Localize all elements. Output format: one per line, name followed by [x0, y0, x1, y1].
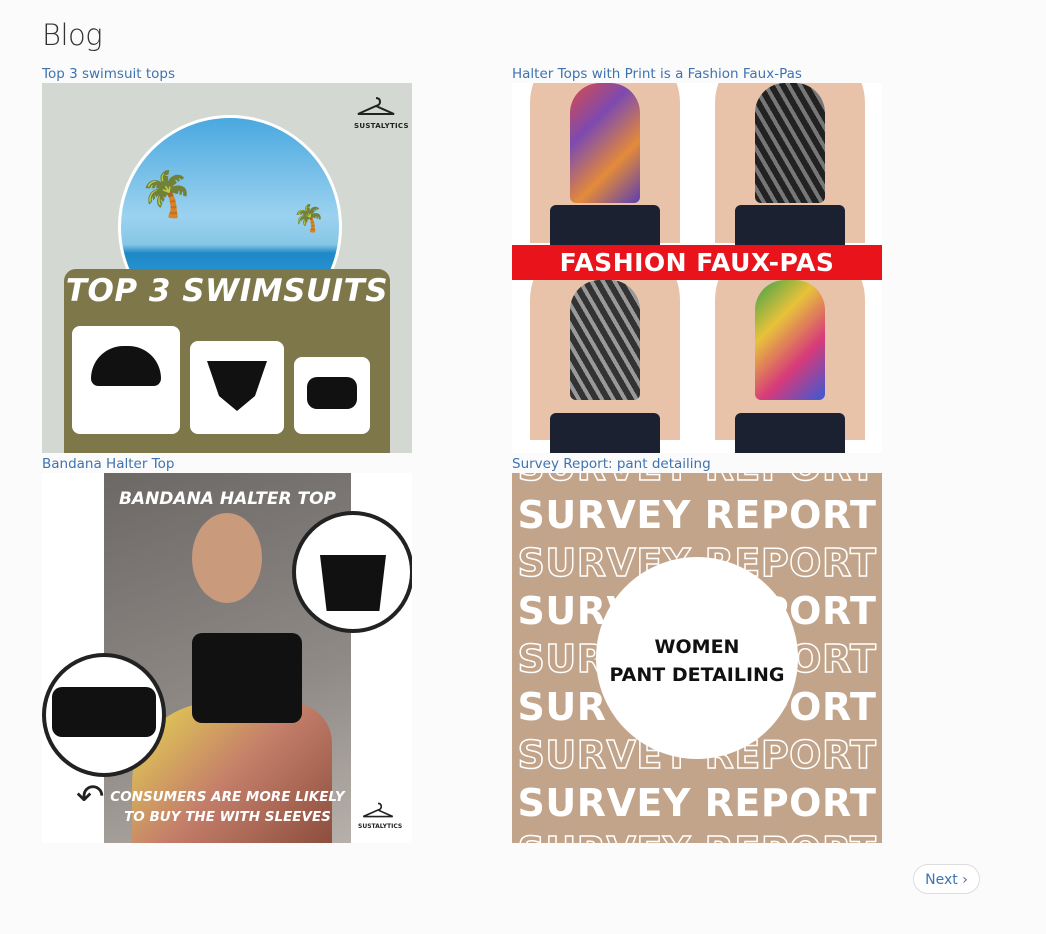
halter-top-image [207, 361, 267, 411]
bikini-top-image [91, 346, 161, 386]
survey-circle: WOMEN PANT DETAILING [596, 557, 798, 759]
product-card [72, 326, 180, 434]
crossover-top-image [307, 377, 357, 409]
post-thumbnail[interactable]: SURVEY REPORT SURVEY REPORT SURVEY REPOR… [512, 473, 882, 843]
model-image [697, 280, 882, 453]
palm-tree-icon: 🌴 [139, 169, 194, 220]
post-title-link[interactable]: Top 3 swimsuit tops [42, 65, 412, 83]
model-image [512, 280, 697, 453]
post-thumbnail[interactable]: BANDANA HALTER TOP ↶ CONSUMERS ARE MORE … [42, 473, 412, 843]
curved-arrow-icon: ↶ [76, 777, 105, 817]
blog-post-card: Top 3 swimsuit tops SUSTALYTICS 🌴 🌴 TOP … [42, 63, 412, 453]
next-page-button[interactable]: Next › [913, 864, 980, 894]
blog-post-card: Survey Report: pant detailing SURVEY REP… [512, 453, 882, 843]
sleeved-top-circle [42, 653, 166, 777]
image-headline: BANDANA HALTER TOP [118, 489, 337, 509]
banner-headline: TOP 3 SWIMSUITS [65, 273, 389, 309]
blog-post-card: Bandana Halter Top BANDANA HALTER TOP ↶ … [42, 453, 412, 843]
hanger-icon [357, 97, 395, 115]
palm-tree-icon: 🌴 [292, 204, 325, 234]
post-title-link[interactable]: Halter Tops with Print is a Fashion Faux… [512, 65, 882, 83]
halter-top-circle [292, 511, 412, 633]
image-caption: CONSUMERS ARE MORE LIKELY TO BUY THE WIT… [110, 789, 345, 825]
brand-logo: SUSTALYTICS [354, 95, 409, 130]
page-title: Blog [42, 18, 103, 52]
circle-line: PANT DETAILING [609, 664, 785, 686]
model-image [697, 83, 882, 245]
product-card [294, 357, 370, 434]
post-thumbnail[interactable]: SUSTALYTICS 🌴 🌴 TOP 3 SWIMSUITS [42, 83, 412, 453]
post-title-link[interactable]: Bandana Halter Top [42, 455, 412, 473]
hanger-icon [362, 802, 394, 818]
product-card [190, 341, 284, 434]
brand-logo: SUSTALYTICS [358, 801, 402, 830]
post-title-link[interactable]: Survey Report: pant detailing [512, 455, 882, 473]
circle-line: WOMEN [654, 636, 740, 658]
blog-post-card: Halter Tops with Print is a Fashion Faux… [512, 63, 882, 453]
post-thumbnail[interactable]: FASHION FAUX-PAS [512, 83, 882, 453]
swimsuit-banner: TOP 3 SWIMSUITS [64, 269, 390, 453]
faux-pas-banner: FASHION FAUX-PAS [512, 245, 882, 280]
model-image [512, 83, 697, 245]
